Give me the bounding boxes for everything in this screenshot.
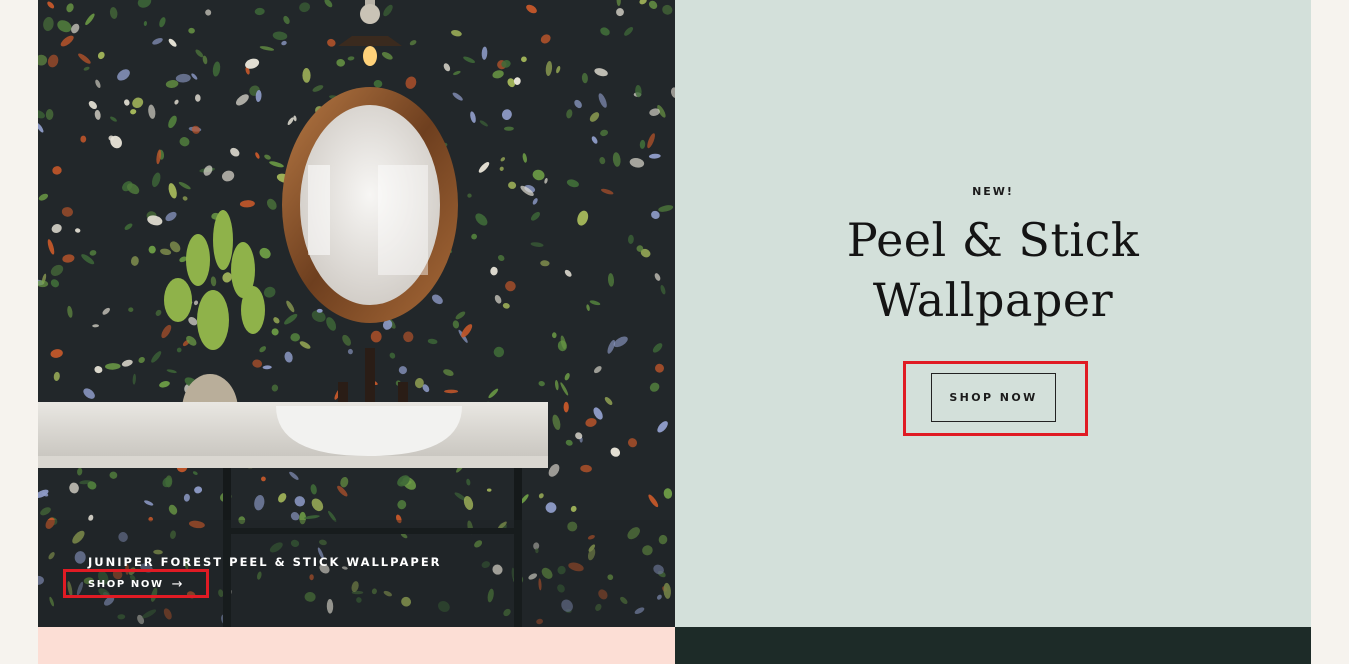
wallpaper-motif [563, 401, 569, 413]
page: JUNIPER FOREST PEEL & STICK WALLPAPER SH… [0, 0, 1349, 664]
promo-eyebrow: NEW! [972, 185, 1014, 198]
promo-title-line2: Wallpaper [872, 273, 1114, 327]
wallpaper-motif [290, 333, 300, 342]
promo-title-line1: Peel & Stick [846, 213, 1140, 267]
promo-shop-now-button[interactable]: SHOP NOW [931, 373, 1056, 422]
promo-panel: NEW! Peel & Stick Wallpaper SHOP NOW [675, 0, 1311, 627]
hero-image[interactable]: JUNIPER FOREST PEEL & STICK WALLPAPER SH… [38, 0, 675, 627]
next-section-dark-banner [675, 627, 1311, 664]
highlight-box-hero-shop-now [63, 569, 209, 598]
wallpaper-motif [444, 389, 459, 394]
wallpaper-motif [148, 245, 156, 254]
next-section-pink-banner [38, 627, 675, 664]
hero-caption-title: JUNIPER FOREST PEEL & STICK WALLPAPER [88, 555, 442, 569]
wallpaper-motif [370, 330, 382, 343]
hero-photo [38, 0, 675, 627]
promo-title: Peel & Stick Wallpaper [675, 210, 1311, 330]
